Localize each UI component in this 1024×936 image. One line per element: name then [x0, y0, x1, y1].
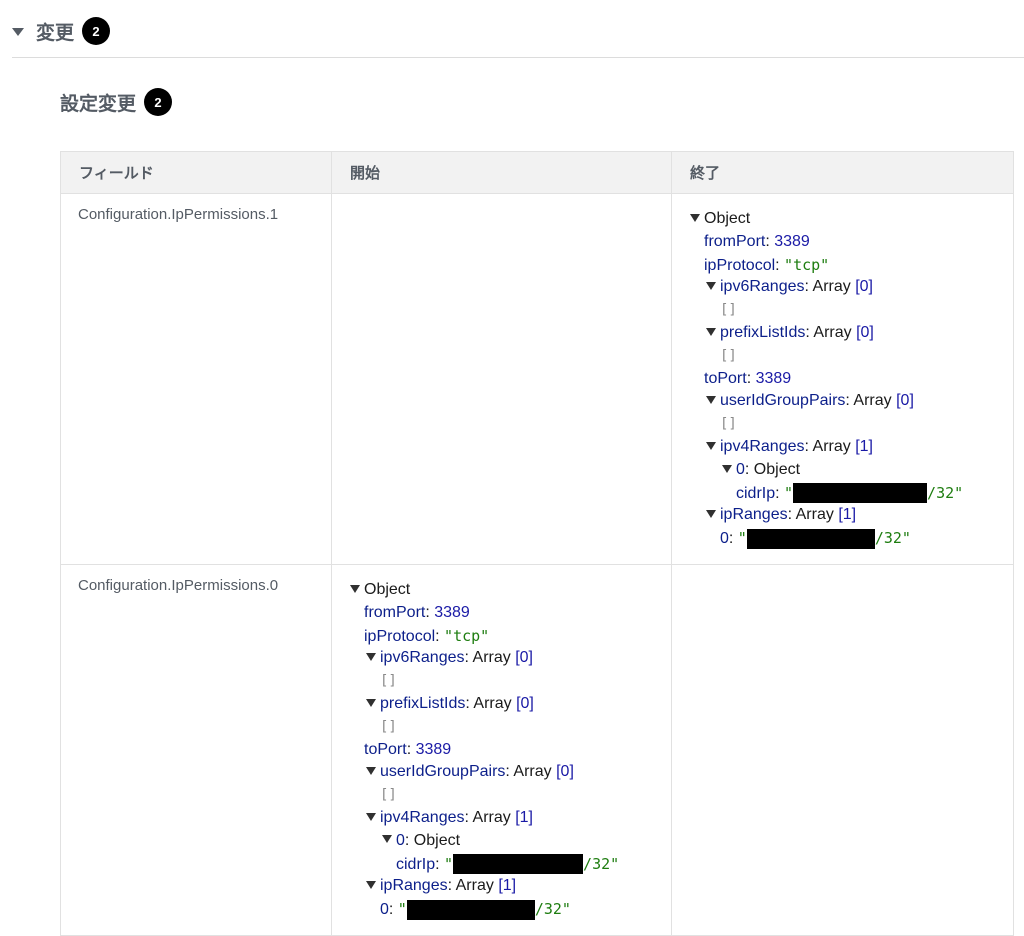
- tree-empty-array: []: [720, 347, 737, 364]
- tree-node-root[interactable]: Object: [350, 579, 671, 602]
- expand-triangle-icon[interactable]: [350, 584, 360, 593]
- column-header-start: 開始: [331, 151, 672, 194]
- column-header-field: フィールド: [60, 151, 332, 194]
- tree-leaf-fromport: fromPort: 3389: [364, 603, 470, 621]
- tree-node-prefixlistids[interactable]: prefixListIds: Array [0]: [690, 322, 1013, 345]
- tree-node-useridgrouppairs[interactable]: userIdGroupPairs: Array [0]: [690, 390, 1013, 413]
- json-tree: Object fromPort: 3389 ipProtocol: "tcp" …: [332, 565, 671, 935]
- redaction-bar: [793, 483, 928, 504]
- expand-triangle-icon[interactable]: [366, 653, 376, 662]
- tree-node-ipv4ranges[interactable]: ipv4Ranges: Array [1]: [690, 436, 1013, 459]
- tree-leaf-ipranges-item: 0: "/32": [380, 899, 571, 920]
- field-cell: Configuration.IpPermissions.0: [60, 563, 332, 936]
- changes-table: フィールド 開始 終了 Configuration.IpPermissions.…: [60, 151, 1014, 936]
- tree-empty-array: []: [720, 302, 737, 319]
- tree-leaf-toport: toPort: 3389: [704, 369, 792, 387]
- subsection-title: 設定変更: [60, 93, 137, 115]
- tree-node-ipranges[interactable]: ipRanges: Array [1]: [350, 875, 671, 898]
- tree-leaf-ipranges-item: 0: "/32": [720, 528, 911, 549]
- config-changes-count-badge: 2: [144, 88, 173, 116]
- tree-node-ipv4ranges-item[interactable]: 0: Object: [690, 459, 1013, 482]
- tree-node-ipv6ranges[interactable]: ipv6Ranges: Array [0]: [690, 276, 1013, 299]
- tree-empty-array: []: [380, 718, 397, 735]
- expand-triangle-icon[interactable]: [706, 282, 716, 291]
- expand-triangle-icon[interactable]: [366, 698, 376, 707]
- tree-leaf-cidrip: cidrIp: "/32": [396, 854, 620, 875]
- tree-node-useridgrouppairs[interactable]: userIdGroupPairs: Array [0]: [350, 761, 671, 784]
- tree-node-ipv4ranges-item[interactable]: 0: Object: [350, 830, 671, 853]
- tree-empty-array: []: [720, 416, 737, 433]
- end-value-cell: [671, 563, 1014, 936]
- tree-node-ipv6ranges[interactable]: ipv6Ranges: Array [0]: [350, 647, 671, 670]
- tree-leaf-fromport: fromPort: 3389: [704, 232, 810, 250]
- changes-section-header[interactable]: 変更 2: [12, 14, 111, 48]
- expand-triangle-icon[interactable]: [690, 213, 700, 222]
- table-row: Configuration.IpPermissions.1 Object fro…: [60, 193, 1014, 565]
- expand-triangle-icon[interactable]: [722, 464, 732, 473]
- tree-leaf-cidrip: cidrIp: "/32": [736, 483, 964, 504]
- tree-empty-array: []: [380, 673, 397, 690]
- expand-triangle-icon[interactable]: [366, 881, 376, 890]
- tree-leaf-ipprotocol: ipProtocol: "tcp": [704, 255, 830, 274]
- config-changes-header: 設定変更 2: [60, 86, 173, 118]
- section-divider: [12, 57, 1024, 58]
- expand-triangle-icon[interactable]: [366, 812, 376, 821]
- tree-leaf-toport: toPort: 3389: [364, 740, 452, 758]
- field-name: Configuration.IpPermissions.1: [78, 206, 279, 223]
- section-title: 変更: [36, 22, 75, 44]
- start-value-cell: [331, 193, 672, 565]
- redaction-bar: [453, 854, 584, 875]
- tree-node-prefixlistids[interactable]: prefixListIds: Array [0]: [350, 693, 671, 716]
- tree-empty-array: []: [380, 787, 397, 804]
- tree-node-root[interactable]: Object: [690, 208, 1013, 231]
- redaction-bar: [406, 899, 535, 920]
- column-header-end: 終了: [671, 151, 1014, 194]
- expand-triangle-icon[interactable]: [706, 510, 716, 519]
- json-tree: Object fromPort: 3389 ipProtocol: "tcp" …: [672, 194, 1013, 564]
- expand-triangle-icon[interactable]: [706, 396, 716, 405]
- collapse-caret-icon[interactable]: [12, 28, 24, 36]
- expand-triangle-icon[interactable]: [382, 835, 392, 844]
- expand-triangle-icon[interactable]: [706, 327, 716, 336]
- field-cell: Configuration.IpPermissions.1: [60, 193, 332, 565]
- expand-triangle-icon[interactable]: [706, 441, 716, 450]
- start-value-cell: Object fromPort: 3389 ipProtocol: "tcp" …: [331, 563, 672, 936]
- table-row: Configuration.IpPermissions.0 Object fro…: [60, 563, 1014, 936]
- tree-leaf-ipprotocol: ipProtocol: "tcp": [364, 626, 490, 645]
- field-name: Configuration.IpPermissions.0: [78, 576, 279, 594]
- redaction-bar: [746, 528, 875, 549]
- changes-count-badge: 2: [82, 17, 111, 45]
- tree-node-ipranges[interactable]: ipRanges: Array [1]: [690, 504, 1013, 527]
- table-header-row: フィールド 開始 終了: [60, 151, 1014, 194]
- tree-node-ipv4ranges[interactable]: ipv4Ranges: Array [1]: [350, 807, 671, 830]
- expand-triangle-icon[interactable]: [366, 767, 376, 776]
- end-value-cell: Object fromPort: 3389 ipProtocol: "tcp" …: [671, 193, 1014, 565]
